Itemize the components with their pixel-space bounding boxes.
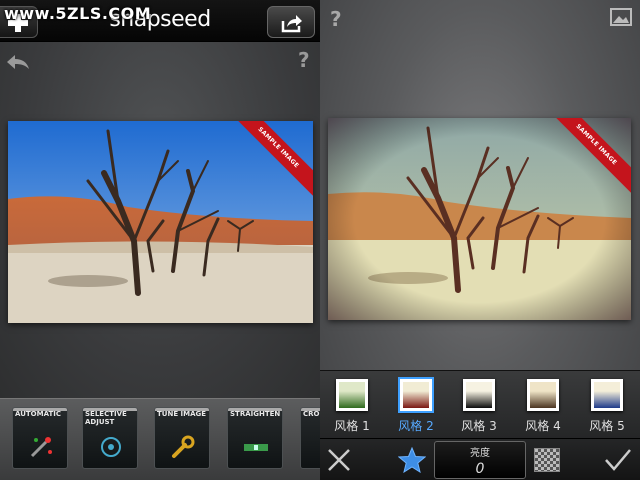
brightness-value: 0 — [475, 461, 485, 477]
style-swatch — [527, 379, 559, 411]
tool-label: STRAIGHTEN — [230, 410, 281, 418]
tool-label: SELECTIVE ADJUST — [85, 410, 127, 426]
gallery-icon[interactable] — [610, 7, 632, 27]
main-screen: snapseed www.5ZLS.COM ? SAMPLE IMAGE AUT… — [0, 0, 320, 480]
style-swatch — [336, 379, 368, 411]
watermark: www.5ZLS.COM — [4, 4, 152, 23]
tool-tune-image[interactable]: TUNE IMAGE — [154, 407, 210, 469]
share-button[interactable] — [267, 6, 315, 38]
texture-icon[interactable] — [534, 448, 560, 472]
help-button[interactable]: ? — [330, 7, 342, 31]
photo-preview: SAMPLE IMAGE — [328, 118, 631, 320]
photo-original: SAMPLE IMAGE — [8, 121, 313, 323]
tool-crop[interactable]: CRO — [300, 407, 320, 469]
vintage-filter-screen: ? SAMPLE IMAGE 风格 1 风格 2 风格 3 风格 4 风格 5 … — [320, 0, 640, 480]
wand-icon — [30, 437, 52, 458]
tool-label: CRO — [303, 410, 320, 418]
style-option-2[interactable]: 风格 2 — [396, 377, 436, 435]
top-bar: snapseed www.5ZLS.COM — [0, 0, 320, 42]
tools-bar: AUTOMATIC SELECTIVE ADJUST TUNE IMAGE ST… — [0, 398, 320, 480]
star-icon[interactable] — [398, 447, 426, 473]
style-picker: 风格 1 风格 2 风格 3 风格 4 风格 5 — [320, 370, 640, 438]
style-label: 风格 5 — [589, 419, 625, 433]
style-option-1[interactable]: 风格 1 — [332, 379, 372, 435]
undo-icon[interactable] — [5, 52, 31, 72]
tool-automatic[interactable]: AUTOMATIC — [12, 407, 68, 469]
tool-label: AUTOMATIC — [15, 410, 61, 418]
style-swatch — [591, 379, 623, 411]
cancel-icon[interactable] — [326, 447, 352, 473]
wrench-icon — [172, 435, 195, 458]
share-icon — [281, 15, 302, 33]
filter-toolbar: 亮度 0 — [320, 438, 640, 480]
style-label: 风格 4 — [525, 419, 561, 433]
help-button[interactable]: ? — [298, 48, 310, 72]
tool-straighten[interactable]: STRAIGHTEN — [227, 407, 283, 469]
level-icon — [244, 444, 268, 451]
style-swatch — [463, 379, 495, 411]
target-icon — [101, 437, 121, 457]
apply-check-icon[interactable] — [603, 447, 633, 473]
tool-label: TUNE IMAGE — [157, 410, 207, 418]
style-option-3[interactable]: 风格 3 — [459, 379, 499, 435]
brightness-control[interactable]: 亮度 0 — [434, 441, 526, 479]
style-label: 风格 2 — [398, 419, 434, 433]
style-option-4[interactable]: 风格 4 — [523, 379, 563, 435]
style-label: 风格 3 — [461, 419, 497, 433]
brightness-label: 亮度 — [470, 448, 490, 459]
tool-selective-adjust[interactable]: SELECTIVE ADJUST — [82, 407, 138, 469]
style-swatch — [398, 377, 434, 413]
style-label: 风格 1 — [334, 419, 370, 433]
style-option-5[interactable]: 风格 5 — [587, 379, 627, 435]
screenshot: snapseed www.5ZLS.COM ? SAMPLE IMAGE AUT… — [0, 0, 640, 480]
